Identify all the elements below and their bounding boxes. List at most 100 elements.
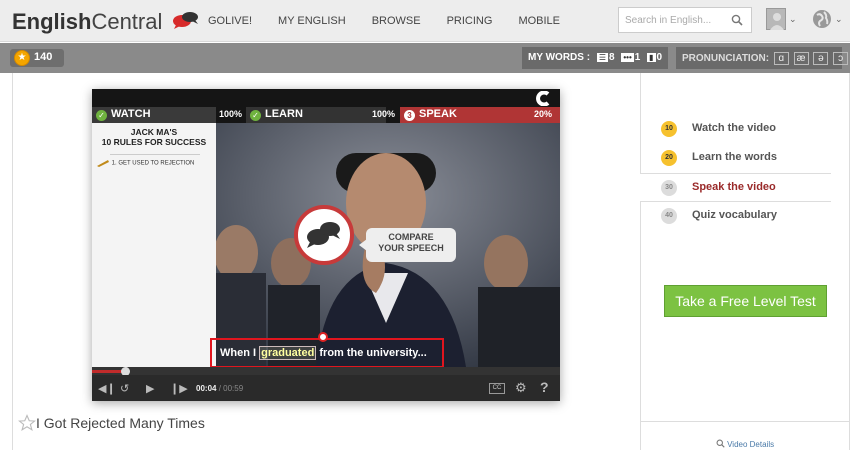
time-total: / 00:59 (218, 384, 244, 393)
favorite-star-icon[interactable] (18, 414, 36, 432)
magnifier-icon (716, 439, 725, 448)
previous-icon[interactable]: ◀❙ (98, 382, 116, 395)
phoneme-button[interactable]: æ (793, 52, 809, 65)
englishcentral-logo[interactable]: EnglishCentral (12, 9, 200, 35)
subtitle-text: When I (220, 347, 257, 359)
gear-icon[interactable]: ⚙ (515, 380, 527, 396)
phoneme-button[interactable]: ɑ (773, 52, 789, 65)
location-pin-icon (318, 332, 328, 342)
tab-watch-label: WATCH (111, 108, 151, 120)
search-icon[interactable] (731, 14, 743, 26)
speech-bubbles-icon (307, 222, 340, 248)
star-coin-icon: ★ (14, 50, 30, 66)
pencil-icon (97, 160, 109, 167)
search-placeholder: Search in English... (625, 15, 712, 26)
lesson-steps: 10 Watch the video 20 Learn the words 30… (640, 115, 850, 231)
timeline-progress (92, 370, 125, 373)
info-icon: ▮ (647, 52, 656, 62)
nav-mobile[interactable]: MOBILE (518, 15, 560, 27)
points-value: 140 (34, 51, 53, 63)
video-details-link[interactable]: Video Details (640, 421, 850, 450)
step-speak[interactable]: 30 Speak the video (640, 173, 831, 202)
subtitle-bar[interactable]: When I graduated from the university... (210, 338, 444, 368)
word-count-pending: 1 (634, 52, 641, 63)
replay-icon[interactable]: ↺ (120, 382, 129, 395)
free-level-test-button[interactable]: Take a Free Level Test (664, 285, 827, 317)
pronunciation-panel: PRONUNCIATION: ɑ æ ə ɔ (676, 47, 849, 69)
lesson-item-label: 1. GET USED TO REJECTION (111, 160, 195, 167)
step-badge: 20 (661, 150, 677, 166)
lesson-outline-panel: JACK MA'S 10 RULES FOR SUCCESS 1. GET US… (92, 123, 216, 367)
nav-my-english[interactable]: MY ENGLISH (278, 15, 346, 27)
lesson-title-line1: JACK MA'S (130, 127, 178, 137)
step-learn[interactable]: 20 Learn the words (640, 144, 850, 173)
compare-speech-button[interactable] (294, 205, 354, 265)
tab-learn-label: LEARN (265, 108, 303, 120)
step-number-badge: 3 (404, 110, 415, 121)
nav-pricing[interactable]: PRICING (447, 15, 493, 27)
video-frame[interactable]: COMPARE YOUR SPEECH (216, 123, 560, 367)
step-quiz[interactable]: 40 Quiz vocabulary (640, 202, 850, 231)
step-label: Learn the words (692, 151, 777, 163)
nav-browse[interactable]: BROWSE (372, 15, 421, 27)
globe-icon[interactable] (812, 9, 832, 29)
list-icon: ☰ (596, 52, 608, 62)
pronunciation-label: PRONUNCIATION: (682, 53, 770, 64)
word-count-other: 0 (656, 52, 663, 63)
step-label: Speak the video (692, 181, 776, 193)
tab-speak[interactable]: 3 SPEAK 20% (400, 107, 560, 123)
step-tabs: ✓ WATCH 100% ✓ LEARN 100% 3 SPEAK 20% (92, 107, 560, 123)
time-display: 00:04 / 00:59 (196, 384, 243, 393)
video-timeline[interactable] (92, 367, 560, 376)
logo-regular: Central (91, 9, 163, 34)
logo-bold: English (12, 9, 92, 34)
tab-learn-percent: 100% (372, 109, 396, 119)
points-badge[interactable]: ★ 140 (10, 49, 64, 67)
compare-line1: COMPARE (388, 232, 434, 242)
main-nav: GOLIVE! MY ENGLISH BROWSE PRICING MOBILE (208, 15, 586, 27)
video-details-label: Video Details (727, 440, 775, 449)
tab-watch-percent: 100% (219, 109, 243, 119)
search-input[interactable]: Search in English... (618, 7, 752, 33)
speech-bubbles-icon (172, 9, 200, 29)
tab-learn[interactable]: ✓ LEARN 100% (246, 107, 395, 123)
player-controls: ◀❙ ↺ ▶ ❙▶ 00:04 / 00:59 CC ⚙ ? (92, 375, 560, 401)
help-icon[interactable]: ? (540, 379, 549, 395)
divider (110, 154, 200, 155)
closed-captions-button[interactable]: CC (489, 383, 505, 394)
lesson-title-line2: 10 RULES FOR SUCCESS (101, 137, 207, 147)
step-label: Watch the video (692, 122, 776, 134)
englishcentral-c-icon (536, 91, 550, 106)
check-icon: ✓ (250, 110, 261, 121)
nav-golive[interactable]: GOLIVE! (208, 15, 252, 27)
user-menu-chevron-down-icon[interactable]: ⌄ (789, 14, 797, 25)
tab-watch[interactable]: ✓ WATCH 100% (92, 107, 242, 123)
my-words-panel[interactable]: MY WORDS : ☰ 8 ••• 1 ▮ 0 (522, 47, 668, 69)
compare-line2: YOUR SPEECH (378, 243, 444, 253)
step-badge: 40 (661, 208, 677, 224)
video-title: I Got Rejected Many Times (36, 415, 205, 431)
check-icon: ✓ (96, 110, 107, 121)
tab-speak-label: SPEAK (419, 108, 457, 120)
phoneme-button[interactable]: ɔ (833, 52, 849, 65)
time-current: 00:04 (196, 384, 217, 393)
step-badge: 30 (661, 180, 677, 196)
more-icon: ••• (621, 52, 634, 62)
user-status-bar: ★ 140 MY WORDS : ☰ 8 ••• 1 ▮ 0 PRONUNCIATIO… (0, 43, 850, 73)
next-icon[interactable]: ❙▶ (170, 382, 188, 395)
step-watch[interactable]: 10 Watch the video (640, 115, 850, 144)
lesson-item[interactable]: 1. GET USED TO REJECTION (96, 159, 194, 167)
user-avatar[interactable] (766, 8, 786, 30)
top-navigation-bar: EnglishCentral GOLIVE! MY ENGLISH BROWSE… (0, 0, 850, 42)
phoneme-button[interactable]: ə (813, 52, 829, 65)
video-player: ✓ WATCH 100% ✓ LEARN 100% 3 SPEAK 20% JACK … (92, 89, 560, 401)
lesson-title: JACK MA'S 10 RULES FOR SUCCESS (92, 127, 216, 147)
word-count-learned: 8 (609, 52, 615, 63)
my-words-label: MY WORDS : (528, 52, 591, 63)
tab-speak-percent: 20% (534, 109, 553, 119)
play-icon[interactable]: ▶ (146, 382, 154, 395)
subtitle-highlighted-word[interactable]: graduated (259, 346, 317, 360)
language-chevron-down-icon[interactable]: ⌄ (835, 14, 843, 25)
subtitle-text: from the university... (319, 347, 427, 359)
compare-speech-label: COMPARE YOUR SPEECH (359, 228, 456, 262)
